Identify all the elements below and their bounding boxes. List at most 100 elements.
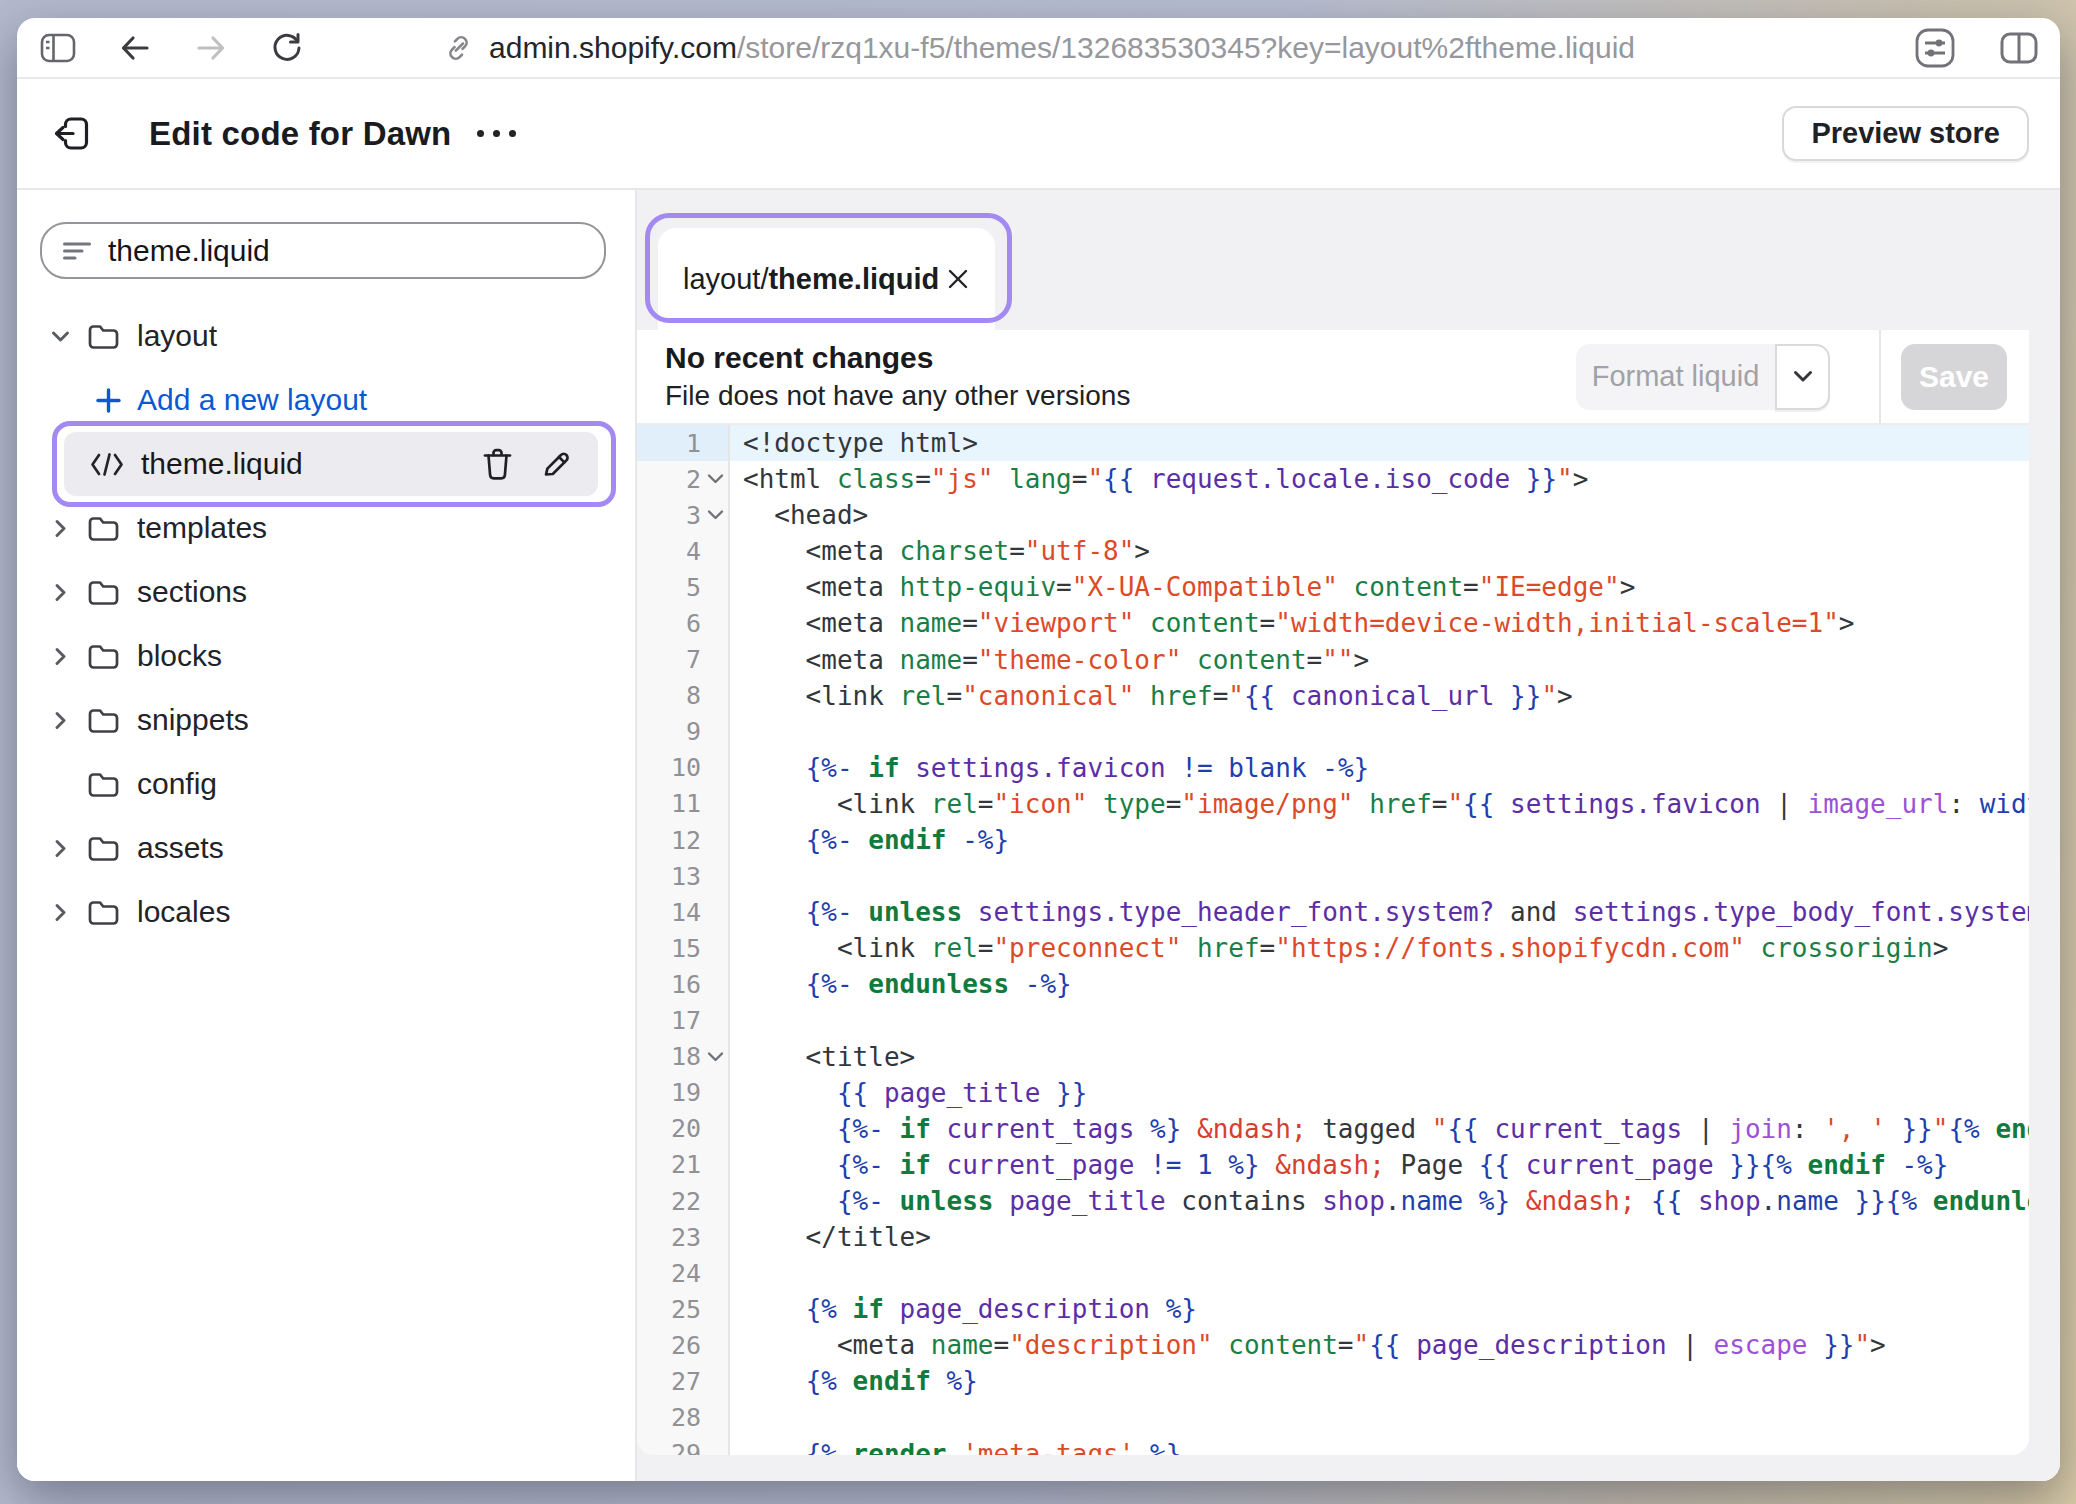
chevron-right-icon[interactable] (48, 583, 72, 602)
line-number: 7 (637, 642, 728, 678)
folder-label: sections (137, 575, 247, 609)
line-number: 8 (637, 678, 728, 714)
code-line (730, 1255, 2029, 1291)
version-bar: No recent changes File does not have any… (637, 330, 2029, 425)
line-number: 24 (637, 1255, 728, 1291)
code-line: {{ page_title }} (730, 1075, 2029, 1111)
code-line: {%- if settings.favicon != blank -%} (730, 750, 2029, 786)
sidebar-folder-snippets[interactable]: snippets (17, 688, 635, 752)
filter-icon (63, 241, 91, 261)
file-sidebar: theme.liquid layout Add a new layout theme… (17, 190, 637, 1481)
code-line: <link rel="canonical" href="{{ canonical… (730, 678, 2029, 714)
line-number: 1 (637, 425, 728, 461)
line-number: 22 (637, 1183, 728, 1219)
add-new-layout-link[interactable]: Add a new layout (17, 368, 635, 432)
chevron-down-icon (1793, 370, 1813, 383)
line-number: 9 (637, 714, 728, 750)
folder-label: blocks (137, 639, 222, 673)
line-number: 26 (637, 1327, 728, 1363)
line-number: 5 (637, 569, 728, 605)
browser-toolbar: admin.shopify.com/store/rzq1xu-f5/themes… (17, 18, 2060, 79)
chevron-right-icon[interactable] (48, 519, 72, 538)
sidebar-folder-blocks[interactable]: blocks (17, 624, 635, 688)
line-number: 29 (637, 1436, 728, 1455)
sidebar-folder-config[interactable]: config (17, 752, 635, 816)
sidebar-toggle-icon[interactable] (40, 33, 76, 63)
folder-icon (86, 770, 121, 799)
reload-icon[interactable] (270, 31, 304, 65)
chevron-right-icon[interactable] (48, 647, 72, 666)
selected-file-row[interactable]: theme.liquid (64, 432, 598, 496)
sidebar-folder-templates[interactable]: templates (17, 496, 635, 560)
code-line: {% render 'meta-tags' %} (730, 1436, 2029, 1455)
code-line: {% endif %} (730, 1363, 2029, 1399)
file-tab[interactable]: layout/theme.liquid (658, 228, 995, 330)
folder-icon (86, 834, 121, 863)
forward-button-icon[interactable] (194, 33, 228, 63)
line-number: 12 (637, 822, 728, 858)
folder-icon (86, 706, 121, 735)
folder-label: layout (137, 319, 217, 353)
folder-label: snippets (137, 703, 249, 737)
code-line: {%- if current_page != 1 %} &ndash; Page… (730, 1147, 2029, 1183)
line-number: 28 (637, 1400, 728, 1436)
preview-store-button[interactable]: Preview store (1782, 106, 2029, 161)
delete-file-icon[interactable] (482, 448, 513, 481)
sidebar-folder-layout[interactable]: layout (17, 304, 635, 368)
line-number: 11 (637, 786, 728, 822)
line-number: 10 (637, 750, 728, 786)
folder-icon (86, 898, 121, 927)
sidebar-folder-sections[interactable]: sections (17, 560, 635, 624)
code-area[interactable]: <!doctype html><html class="js" lang="{{… (730, 425, 2029, 1455)
code-line (730, 1003, 2029, 1039)
chevron-right-icon[interactable] (48, 903, 72, 922)
split-view-icon[interactable] (2000, 32, 2038, 64)
back-button-icon[interactable] (118, 33, 152, 63)
editor-panel: layout/theme.liquid No recent changes Fi… (637, 190, 2060, 1481)
line-number-gutter: 1234567891011121314151617181920212223242… (637, 425, 730, 1455)
fold-arrow-icon[interactable] (707, 510, 724, 521)
format-liquid-button[interactable]: Format liquid (1576, 344, 1775, 410)
folder-label: templates (137, 511, 267, 545)
code-line: <title> (730, 1039, 2029, 1075)
line-number: 2 (637, 461, 728, 497)
browser-settings-icon[interactable] (1914, 27, 1956, 69)
code-line: {%- unless page_title contains shop.name… (730, 1183, 2029, 1219)
fold-arrow-icon[interactable] (707, 1051, 724, 1062)
code-line: <meta name="theme-color" content=""> (730, 642, 2029, 678)
link-icon (442, 32, 474, 64)
action-label: Add a new layout (137, 383, 367, 417)
chevron-right-icon[interactable] (48, 711, 72, 730)
chevron-down-icon[interactable] (48, 330, 72, 343)
sidebar-file-theme.liquid[interactable]: theme.liquid (17, 432, 635, 496)
more-actions-button[interactable] (477, 130, 516, 137)
tab-close-icon[interactable] (946, 267, 970, 291)
code-line: <!doctype html> (730, 425, 2029, 461)
code-file-icon (90, 452, 124, 477)
exit-icon[interactable] (52, 113, 93, 154)
search-value: theme.liquid (108, 234, 270, 268)
chevron-right-icon[interactable] (48, 839, 72, 858)
file-tree: layout Add a new layout theme.liquid templa… (17, 304, 635, 944)
save-button[interactable]: Save (1901, 344, 2007, 410)
sidebar-folder-locales[interactable]: locales (17, 880, 635, 944)
folder-icon (86, 322, 121, 351)
url-bar[interactable]: admin.shopify.com/store/rzq1xu-f5/themes… (442, 18, 1635, 77)
code-line: <html class="js" lang="{{ request.locale… (730, 461, 2029, 497)
browser-window: admin.shopify.com/store/rzq1xu-f5/themes… (17, 18, 2060, 1481)
line-number: 25 (637, 1291, 728, 1327)
sidebar-folder-assets[interactable]: assets (17, 816, 635, 880)
code-line (730, 1400, 2029, 1436)
fold-arrow-icon[interactable] (707, 474, 724, 485)
rename-file-icon[interactable] (540, 448, 572, 480)
line-number: 16 (637, 966, 728, 1002)
format-liquid-dropdown[interactable] (1775, 344, 1830, 410)
file-label: theme.liquid (141, 447, 303, 481)
code-line: {%- if current_tags %} &ndash; tagged "{… (730, 1111, 2029, 1147)
code-line: <meta name="viewport" content="width=dev… (730, 605, 2029, 641)
code-editor[interactable]: 1234567891011121314151617181920212223242… (637, 425, 2029, 1455)
code-line: <link rel="icon" type="image/png" href="… (730, 786, 2029, 822)
format-liquid-split-button: Format liquid (1576, 344, 1830, 410)
file-search-input[interactable]: theme.liquid (40, 222, 606, 279)
code-line: {%- endunless -%} (730, 966, 2029, 1002)
